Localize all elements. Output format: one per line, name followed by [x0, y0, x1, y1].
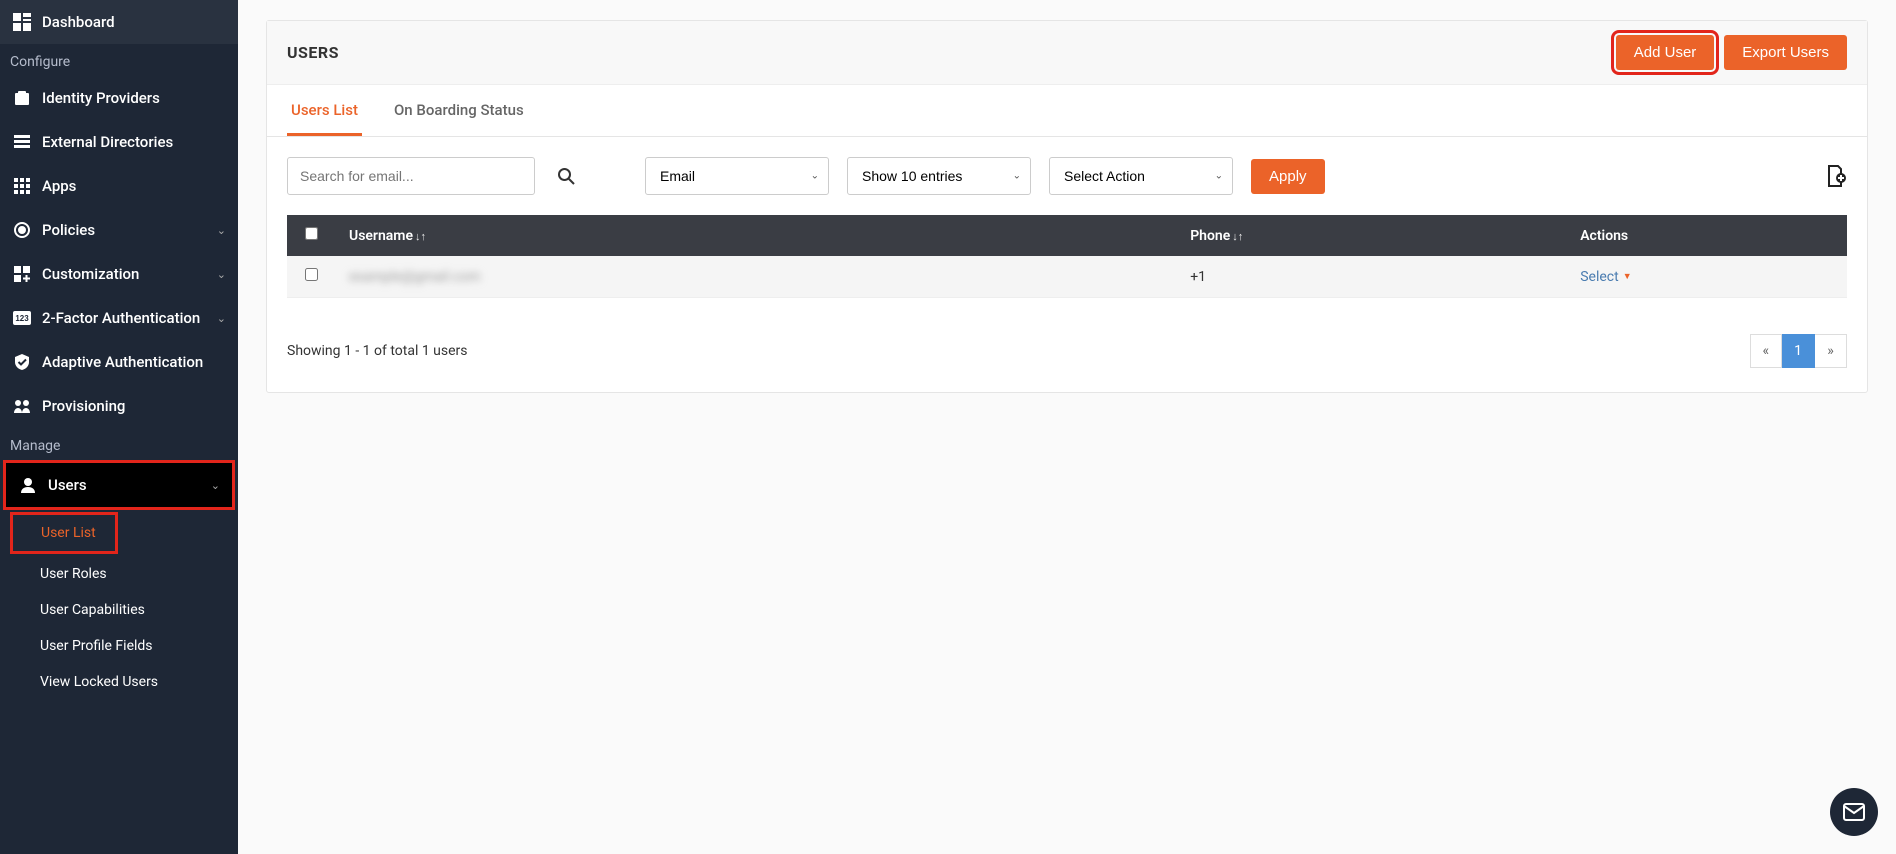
tabs: Users List On Boarding Status [267, 85, 1867, 137]
tab-users-list[interactable]: Users List [287, 85, 362, 136]
sidebar-item-users[interactable]: Users ⌄ [3, 460, 235, 510]
chevron-down-icon: ⌄ [217, 268, 226, 281]
row-checkbox[interactable] [305, 268, 318, 281]
main-content: USERS Add User Export Users Users List O… [238, 0, 1896, 854]
policies-icon [12, 220, 32, 240]
sidebar-item-customization[interactable]: Customization ⌄ [0, 252, 238, 296]
sort-icon: ↓↑ [415, 230, 426, 243]
sidebar-item-label: Identity Providers [42, 89, 226, 107]
sidebar-sub-user-roles[interactable]: User Roles [0, 556, 238, 592]
customization-icon [12, 264, 32, 284]
table-header-username[interactable]: Username↓↑ [335, 215, 1176, 256]
cell-username: example@gmail.com [349, 269, 480, 285]
directories-icon [12, 132, 32, 152]
sidebar-item-label: Users [48, 476, 211, 494]
2fa-icon: 123 [12, 308, 32, 328]
chevron-down-icon: ⌄ [217, 312, 226, 325]
shield-check-icon [12, 352, 32, 372]
users-panel: USERS Add User Export Users Users List O… [266, 20, 1868, 393]
svg-text:123: 123 [15, 314, 29, 323]
entries-select-wrap: Show 10 entries ⌄ [847, 157, 1031, 195]
sidebar-item-identity-providers[interactable]: Identity Providers [0, 76, 238, 120]
mail-icon [1842, 800, 1866, 824]
sidebar-item-label: Apps [42, 177, 226, 195]
tab-onboarding-status[interactable]: On Boarding Status [390, 85, 528, 136]
pagination-page-1[interactable]: 1 [1782, 334, 1815, 368]
sidebar-item-adaptive[interactable]: Adaptive Authentication [0, 340, 238, 384]
apply-button[interactable]: Apply [1251, 159, 1325, 194]
table-wrap: Username↓↑ Phone↓↑ Actions [267, 215, 1867, 318]
pagination: « 1 » [1750, 334, 1847, 368]
apps-icon [12, 176, 32, 196]
sidebar-item-label: Customization [42, 265, 217, 283]
sidebar-section-manage: Manage [0, 428, 238, 460]
field-select-wrap: Email ⌄ [645, 157, 829, 195]
add-column-button[interactable] [1823, 164, 1847, 188]
provisioning-icon [12, 396, 32, 416]
caret-down-icon: ▼ [1623, 271, 1632, 282]
row-action-select[interactable]: Select ▼ [1580, 269, 1631, 285]
entries-select[interactable]: Show 10 entries [847, 157, 1031, 195]
sidebar-item-dashboard[interactable]: Dashboard [0, 0, 238, 44]
table-header-actions: Actions [1566, 215, 1847, 256]
sidebar-item-label: Provisioning [42, 397, 226, 415]
search-input[interactable] [287, 157, 535, 195]
add-user-button[interactable]: Add User [1616, 35, 1715, 70]
add-file-icon [1823, 164, 1847, 188]
search-button[interactable] [553, 167, 579, 185]
sidebar-item-label: Policies [42, 221, 217, 239]
table-header-label: Actions [1580, 228, 1628, 244]
toolbar: Email ⌄ Show 10 entries ⌄ Select Action … [267, 137, 1867, 215]
export-users-button[interactable]: Export Users [1724, 35, 1847, 70]
sidebar-section-configure: Configure [0, 44, 238, 76]
sidebar: Dashboard Configure Identity Providers E… [0, 0, 238, 854]
sort-icon: ↓↑ [1232, 230, 1243, 243]
row-action-label: Select [1580, 269, 1618, 285]
chevron-down-icon: ⌄ [211, 479, 220, 492]
pagination-next[interactable]: » [1815, 334, 1847, 368]
table-header-phone[interactable]: Phone↓↑ [1176, 215, 1566, 256]
sidebar-sub-view-locked-users[interactable]: View Locked Users [0, 664, 238, 700]
sidebar-item-provisioning[interactable]: Provisioning [0, 384, 238, 428]
search-icon [557, 167, 575, 185]
field-select[interactable]: Email [645, 157, 829, 195]
sidebar-item-label: 2-Factor Authentication [42, 309, 217, 327]
sidebar-item-label: External Directories [42, 133, 226, 151]
action-select-wrap: Select Action ⌄ [1049, 157, 1233, 195]
sidebar-sub-user-list[interactable]: User List [10, 512, 118, 554]
header-actions: Add User Export Users [1616, 35, 1847, 70]
sidebar-item-label: Dashboard [42, 13, 226, 31]
table-row: example@gmail.com +1 Select ▼ [287, 256, 1847, 298]
user-icon [18, 475, 38, 495]
table-header-select-all [287, 215, 335, 256]
identity-icon [12, 88, 32, 108]
action-select[interactable]: Select Action [1049, 157, 1233, 195]
panel-header: USERS Add User Export Users [267, 21, 1867, 85]
page-title: USERS [287, 43, 339, 62]
sidebar-item-label: Adaptive Authentication [42, 353, 226, 371]
sidebar-sub-user-profile-fields[interactable]: User Profile Fields [0, 628, 238, 664]
dashboard-icon [12, 12, 32, 32]
pagination-prev[interactable]: « [1750, 334, 1783, 368]
chevron-down-icon: ⌄ [217, 224, 226, 237]
table-footer: Showing 1 - 1 of total 1 users « 1 » [267, 318, 1867, 392]
chat-widget-button[interactable] [1830, 788, 1878, 836]
select-all-checkbox[interactable] [305, 227, 318, 240]
table-footer-text: Showing 1 - 1 of total 1 users [287, 343, 468, 359]
sidebar-item-policies[interactable]: Policies ⌄ [0, 208, 238, 252]
sidebar-item-external-directories[interactable]: External Directories [0, 120, 238, 164]
sidebar-submenu-users: User List User Roles User Capabilities U… [0, 512, 238, 700]
cell-phone: +1 [1190, 269, 1206, 285]
users-table: Username↓↑ Phone↓↑ Actions [287, 215, 1847, 298]
table-header-label: Phone [1190, 228, 1230, 244]
sidebar-item-2fa[interactable]: 123 2-Factor Authentication ⌄ [0, 296, 238, 340]
sidebar-sub-user-capabilities[interactable]: User Capabilities [0, 592, 238, 628]
table-header-label: Username [349, 228, 413, 244]
sidebar-item-apps[interactable]: Apps [0, 164, 238, 208]
